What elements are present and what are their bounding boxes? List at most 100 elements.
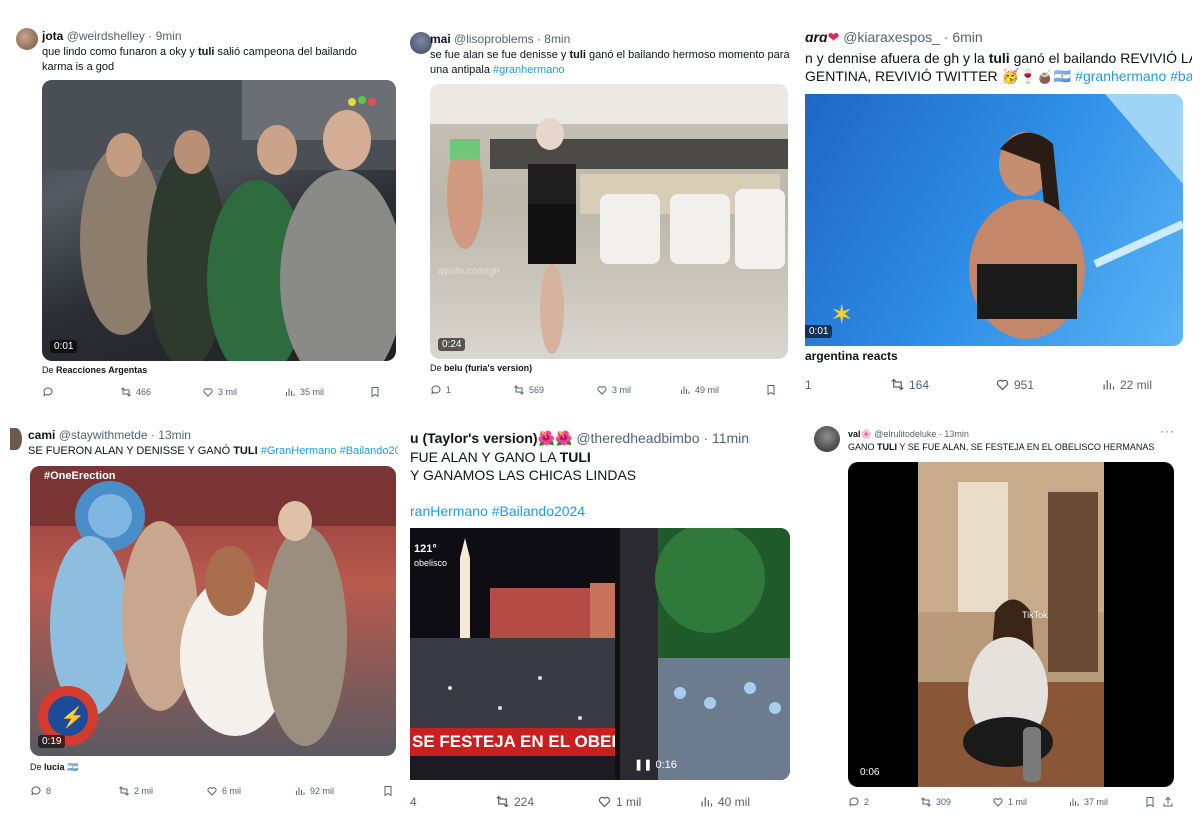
hashtag-link[interactable]: #GranHermano #Bailando2024 xyxy=(258,445,398,457)
reply-button[interactable]: 2 xyxy=(848,796,920,808)
heart-icon xyxy=(596,384,608,396)
tweet-header: u (Taylor's version)🌺🌺 @theredheadbimbo … xyxy=(410,430,750,446)
retweet-icon xyxy=(495,794,510,809)
retweet-icon xyxy=(513,384,525,396)
author-handle[interactable]: @staywithmetde xyxy=(59,428,148,442)
tweet-time[interactable]: 6min xyxy=(952,29,982,45)
retweet-button[interactable]: 309 xyxy=(920,796,992,808)
retweet-button[interactable]: 224 xyxy=(495,794,597,809)
reply-button[interactable]: 1 xyxy=(430,384,513,396)
tweet-video[interactable]: 121° obelisco SE FESTEJA EN EL OBELISCO … xyxy=(410,528,790,780)
views-button[interactable]: 37 mil xyxy=(1068,796,1144,808)
tweet-header: mai @lisoproblems · 8min xyxy=(430,32,571,46)
views-button[interactable]: 35 mil xyxy=(284,386,369,398)
author-handle[interactable]: @kiaraxespos_ xyxy=(843,29,940,45)
like-button[interactable]: 1 mil xyxy=(597,794,699,809)
tweet-video[interactable]: ⚡ #OneErection 0:19 xyxy=(30,466,396,756)
author-name[interactable]: u (Taylor's version)🌺🌺 xyxy=(410,430,572,446)
reply-button[interactable]: 8 xyxy=(30,785,118,797)
tweet-actions: 8 2 mil 6 mil 92 mil xyxy=(30,785,396,797)
share-button[interactable] xyxy=(1162,796,1174,808)
tweet-actions: 4 224 1 mil 40 mil xyxy=(410,794,790,809)
bookmark-icon xyxy=(765,384,777,396)
author-name[interactable]: jota xyxy=(42,29,63,43)
svg-text:✶: ✶ xyxy=(830,299,853,330)
views-button[interactable]: 22 mil xyxy=(1101,377,1152,392)
tweet-header: cami @staywithmetde · 13min xyxy=(28,428,191,442)
like-button[interactable]: 3 mil xyxy=(202,386,284,398)
like-button[interactable]: 951 xyxy=(995,377,1101,392)
reply-icon xyxy=(430,384,442,396)
heart-icon xyxy=(202,386,214,398)
views-icon xyxy=(284,386,296,398)
retweet-button[interactable]: 569 xyxy=(513,384,596,396)
tweet-text-line-1: que lindo como funaron a oky y tuli sali… xyxy=(42,46,357,58)
video-overlay-label: #OneErection xyxy=(44,470,116,482)
video-source[interactable]: argentina reacts xyxy=(805,349,898,363)
bookmark-button[interactable] xyxy=(1144,796,1162,808)
bookmark-button[interactable] xyxy=(369,386,381,398)
like-button[interactable]: 6 mil xyxy=(206,785,294,797)
heart-icon xyxy=(206,785,218,797)
tweet-time[interactable]: 13min xyxy=(944,429,969,439)
video-frame xyxy=(918,462,1104,787)
author-name[interactable]: cami xyxy=(28,428,55,442)
more-options-button[interactable]: ··· xyxy=(1160,424,1175,438)
tweet-actions: 466 3 mil 35 mil xyxy=(42,386,396,398)
tweet-text-line-2: karma is a god xyxy=(42,61,115,73)
like-button[interactable]: 1 mil xyxy=(992,796,1068,808)
avatar[interactable] xyxy=(410,32,432,54)
author-handle[interactable]: @lisoproblems xyxy=(454,32,534,46)
tweet-video[interactable]: 0:01 xyxy=(42,80,396,361)
tweet-time[interactable]: 13min xyxy=(158,428,191,442)
tweet-video[interactable]: TikTok 0:06 xyxy=(848,462,1174,787)
retweet-icon xyxy=(118,785,130,797)
tweet-text-line-1: n y dennise afuera de gh y la tuli ganó … xyxy=(805,50,1192,66)
tweet-card-2: mai @lisoproblems · 8min se fue alan se … xyxy=(408,22,792,407)
tweet-time[interactable]: 9min xyxy=(156,29,182,43)
bookmark-icon xyxy=(1144,796,1156,808)
author-handle[interactable]: @elrulitodeluke xyxy=(874,429,936,439)
overlay-location: obelisco xyxy=(414,558,447,568)
author-name[interactable]: ɑrɑ xyxy=(805,29,828,45)
bookmark-icon xyxy=(369,386,381,398)
hashtag-link[interactable]: #granhermano #baila xyxy=(1075,68,1192,84)
tweet-time[interactable]: 11min xyxy=(712,430,749,446)
author-handle[interactable]: @weirdshelley xyxy=(67,29,145,43)
tweet-video[interactable]: aysito.com/gh 0:24 xyxy=(430,84,788,359)
author-handle[interactable]: @theredheadbimbo xyxy=(576,430,699,446)
reply-button[interactable] xyxy=(42,386,120,398)
bookmark-button[interactable] xyxy=(765,384,777,396)
avatar[interactable] xyxy=(16,28,38,50)
tweet-video[interactable]: ✶ 0:01 xyxy=(805,94,1183,346)
tweet-time[interactable]: 8min xyxy=(544,32,570,46)
video-source[interactable]: De belu (furia's version) xyxy=(430,363,532,373)
video-source[interactable]: De Reacciones Argentas xyxy=(42,365,147,375)
retweet-icon xyxy=(920,796,932,808)
tweet-actions: 2 309 1 mil 37 mil xyxy=(848,796,1174,808)
like-button[interactable]: 3 mil xyxy=(596,384,679,396)
tweet-card-5: u (Taylor's version)🌺🌺 @theredheadbimbo … xyxy=(408,420,792,815)
author-name[interactable]: val🌸 xyxy=(848,429,872,439)
video-source[interactable]: De lucia 🇦🇷 xyxy=(30,762,78,773)
reply-button[interactable]: 4 xyxy=(410,795,495,809)
avatar[interactable] xyxy=(814,426,840,452)
author-name[interactable]: mai xyxy=(430,32,451,46)
views-icon xyxy=(699,794,714,809)
retweet-button[interactable]: 2 mil xyxy=(118,785,206,797)
views-icon xyxy=(1068,796,1080,808)
views-button[interactable]: 92 mil xyxy=(294,785,382,797)
heart-icon xyxy=(995,377,1010,392)
retweet-icon xyxy=(890,377,905,392)
views-button[interactable]: 49 mil xyxy=(679,384,765,396)
video-duration: ❚❚ 0:16 xyxy=(634,759,677,771)
reply-button[interactable]: 1 xyxy=(805,378,890,392)
bookmark-button[interactable] xyxy=(382,785,394,797)
retweet-button[interactable]: 164 xyxy=(890,377,995,392)
views-button[interactable]: 40 mil xyxy=(699,794,750,809)
avatar[interactable] xyxy=(10,428,22,450)
hashtag-link[interactable]: ranHermano #Bailando2024 xyxy=(410,503,585,519)
retweet-button[interactable]: 466 xyxy=(120,386,202,398)
tweet-text-line-3: ranHermano #Bailando2024 xyxy=(410,502,585,520)
hashtag-link[interactable]: #granhermano xyxy=(493,64,565,76)
